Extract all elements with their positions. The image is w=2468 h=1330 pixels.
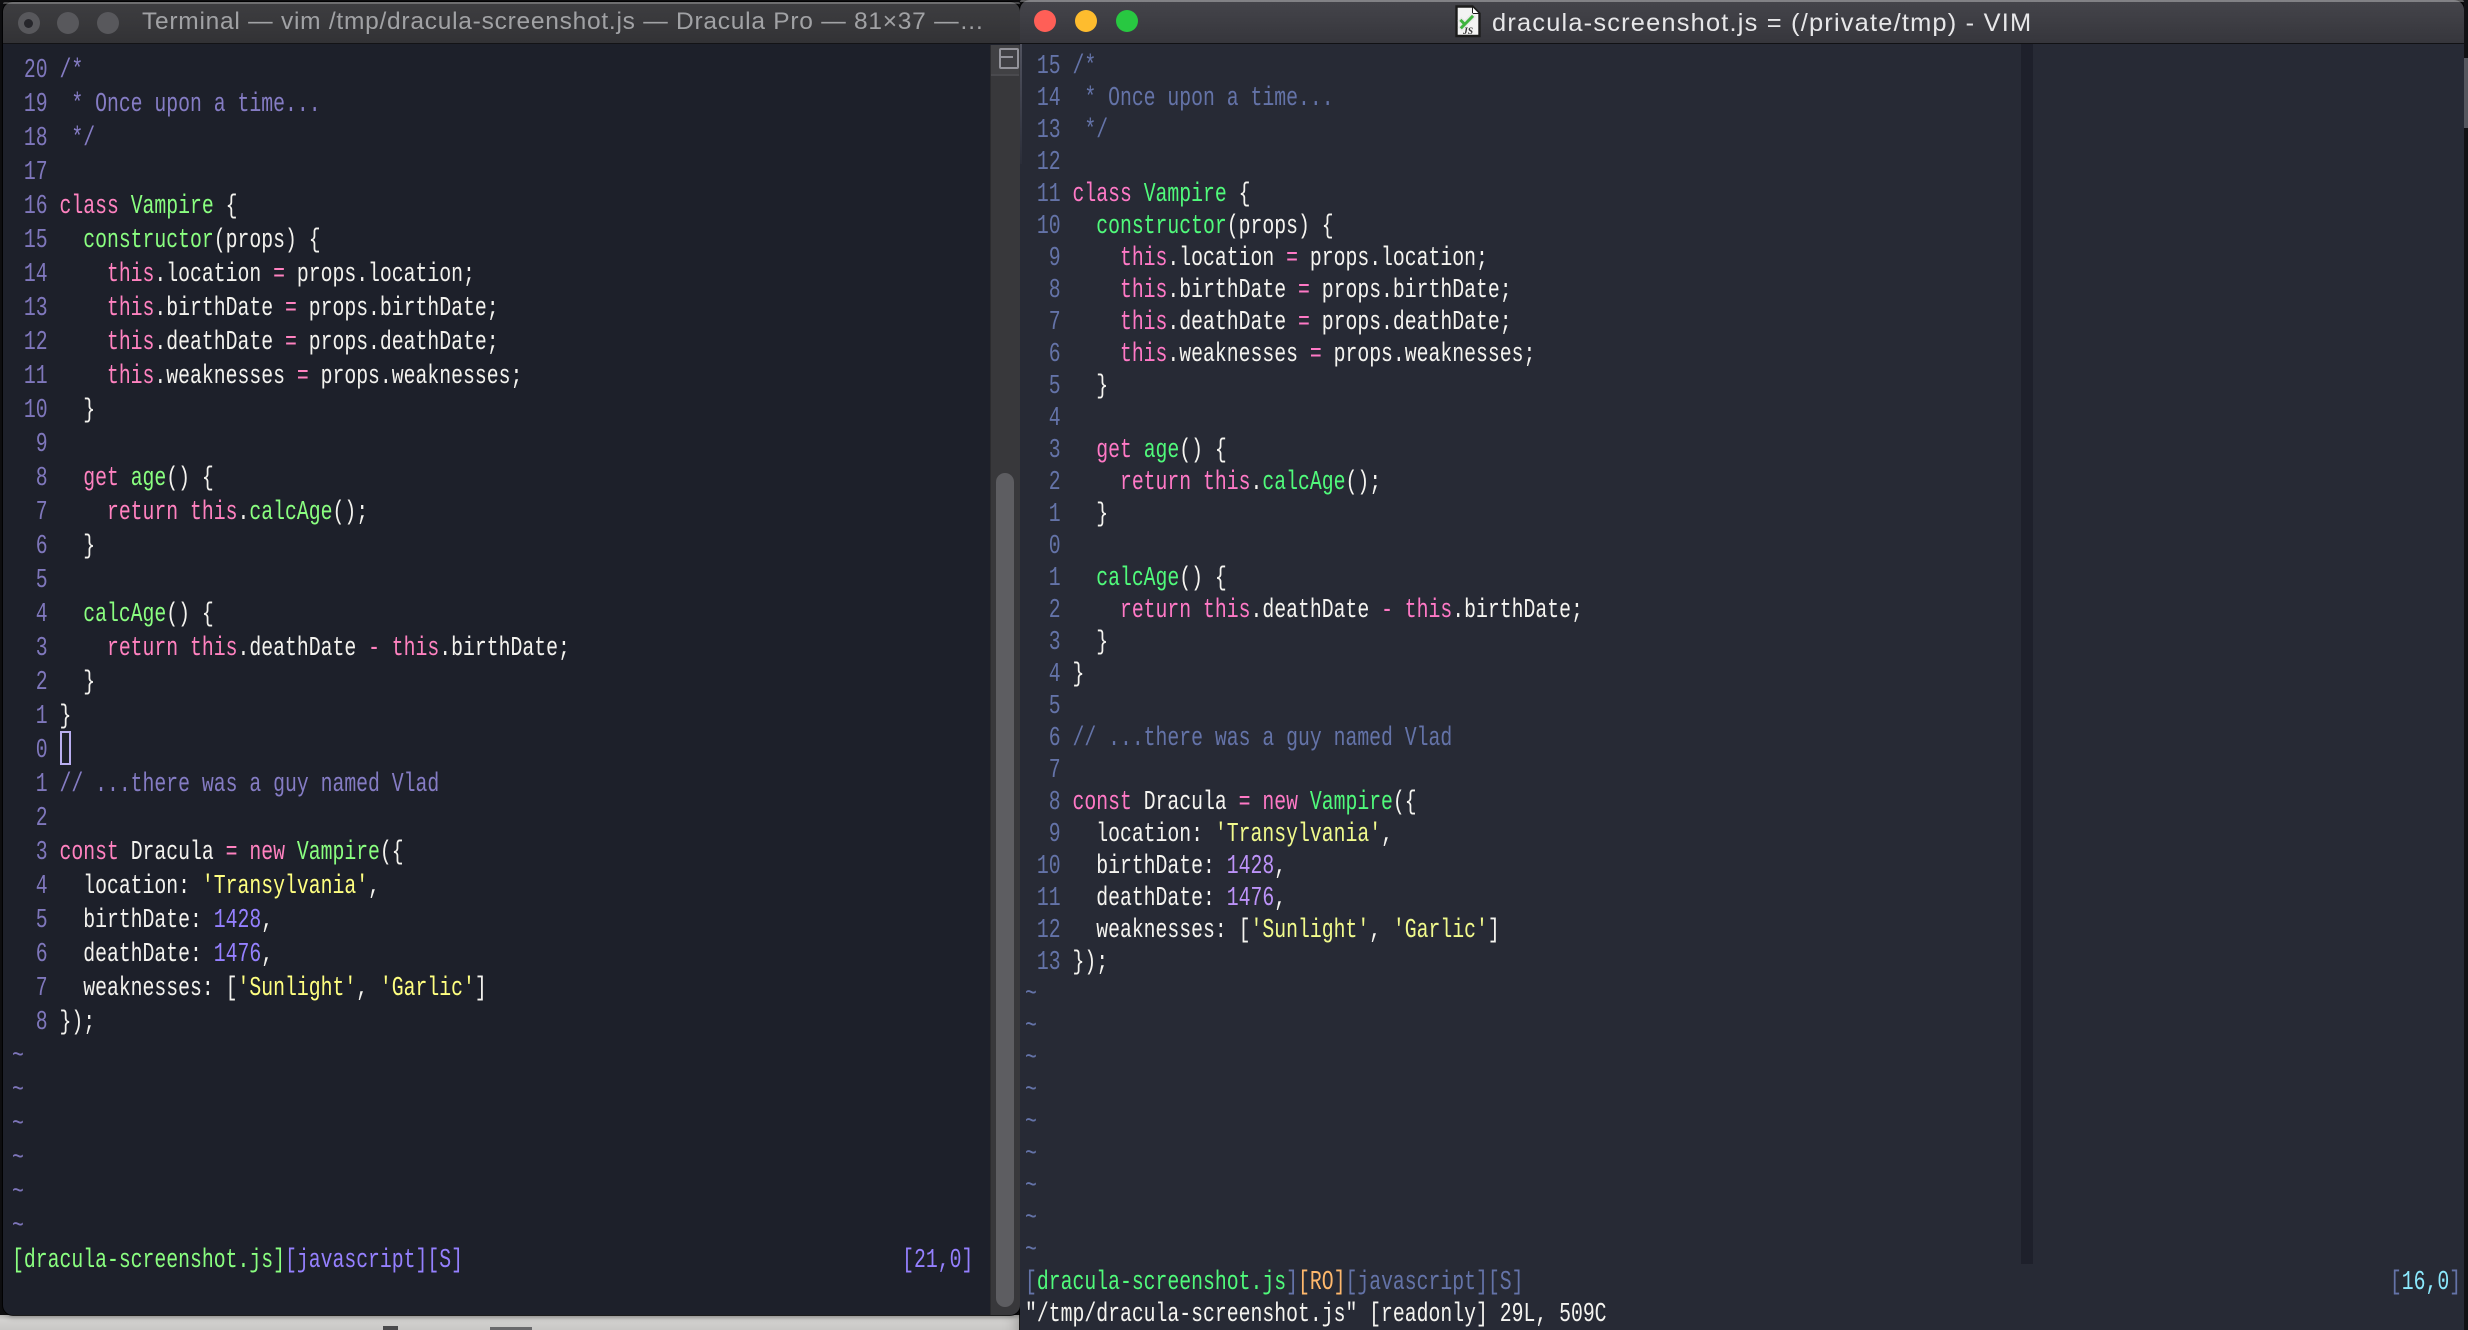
svg-text:JS: JS <box>1462 27 1473 37</box>
